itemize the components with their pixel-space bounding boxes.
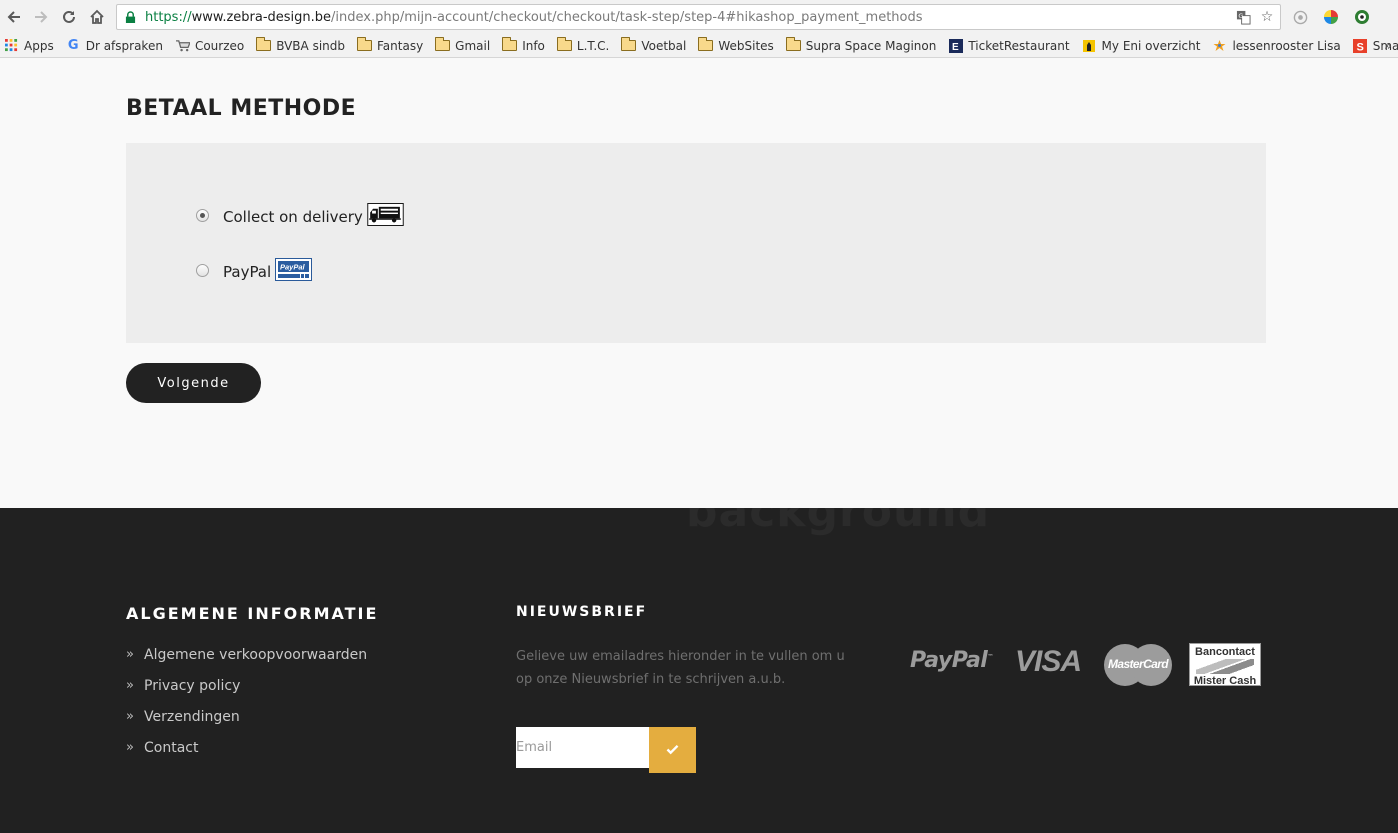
footer-link-terms[interactable]: » Algemene verkoopvoorwaarden xyxy=(126,639,367,670)
bookmark-folder-fantasy[interactable]: Fantasy xyxy=(357,37,423,53)
mastercard-logo: MasterCard xyxy=(1104,644,1172,686)
football-extension-icon[interactable] xyxy=(1352,7,1372,27)
google-g-icon: G xyxy=(67,38,79,53)
footer-link-contact[interactable]: » Contact xyxy=(126,732,367,763)
paypal-radio[interactable] xyxy=(196,263,209,277)
background-watermark-text: background xyxy=(686,508,991,537)
folder-icon xyxy=(502,37,518,53)
paypal-icon: PayPal xyxy=(275,258,313,286)
bookmark-courzeo[interactable]: Courzeo xyxy=(175,39,244,53)
footer-link-shipping[interactable]: » Verzendingen xyxy=(126,701,367,732)
bookmark-ticketrestaurant[interactable]: E TicketRestaurant xyxy=(948,38,1070,53)
payment-method-collect-on-delivery[interactable]: Collect on delivery xyxy=(196,203,404,231)
bookmarks-bar: Apps G Dr afspraken Courzeo BVBA sindb F… xyxy=(0,34,1398,58)
color-wheel-extension-icon[interactable] xyxy=(1321,7,1341,27)
apps-grid-icon xyxy=(4,39,19,53)
folder-icon xyxy=(357,37,372,53)
folder-icon xyxy=(435,37,451,53)
bookmark-apps[interactable]: Apps xyxy=(4,39,54,53)
url-host: www.zebra-design.be xyxy=(191,9,332,25)
collect-on-delivery-label: Collect on delivery xyxy=(223,208,363,226)
folder-icon xyxy=(556,37,572,53)
next-button[interactable]: Volgende xyxy=(126,363,261,403)
ticket-restaurant-icon: E xyxy=(948,38,963,53)
bookmark-folder-supra-space-maginon[interactable]: Supra Space Maginon xyxy=(785,37,936,53)
back-arrow-icon[interactable] xyxy=(0,3,28,31)
double-chevron-right-icon: » xyxy=(126,678,134,693)
bookmarks-overflow-chevron-icon[interactable]: » xyxy=(1384,39,1392,54)
bookmark-lessenrooster-lisa[interactable]: lessenrooster Lisa xyxy=(1212,39,1341,53)
url-protocol: https:// xyxy=(145,9,192,25)
paypal-label: PayPal xyxy=(223,263,272,281)
page-title: BETAAL METHODE xyxy=(126,96,357,121)
home-icon[interactable] xyxy=(83,3,111,31)
cart-icon xyxy=(175,39,190,53)
folder-icon xyxy=(698,37,714,53)
bookmark-star-icon[interactable]: ☆ xyxy=(1258,8,1276,26)
checkmark-icon xyxy=(666,743,679,758)
collect-on-delivery-radio[interactable] xyxy=(196,208,209,222)
payment-methods-panel: Collect on delivery PayPal PayPal xyxy=(126,143,1266,343)
folder-icon xyxy=(785,37,801,53)
bookmark-my-eni-overzicht[interactable]: My Eni overzicht xyxy=(1082,39,1200,53)
bookmark-dr-afspraken[interactable]: G Dr afspraken xyxy=(66,38,163,53)
newsletter-email-input[interactable] xyxy=(516,727,649,768)
folder-icon xyxy=(256,37,272,53)
star-figure-icon xyxy=(1212,39,1227,53)
svg-text:PayPal: PayPal xyxy=(280,263,306,272)
bookmark-folder-bvba-sindb[interactable]: BVBA sindb xyxy=(256,37,345,53)
reload-icon[interactable] xyxy=(55,3,83,31)
general-info-heading: ALGEMENE INFORMATIE xyxy=(126,604,379,623)
double-chevron-right-icon: » xyxy=(126,647,134,662)
smartschool-icon: S xyxy=(1353,38,1368,53)
forward-arrow-icon[interactable] xyxy=(27,3,55,31)
payment-method-paypal[interactable]: PayPal PayPal xyxy=(196,258,313,286)
footer-link-privacy[interactable]: » Privacy policy xyxy=(126,670,367,701)
bookmark-folder-websites[interactable]: WebSites xyxy=(698,37,774,53)
newsletter-description: Gelieve uw emailadres hieronder in te vu… xyxy=(516,649,845,687)
folder-icon xyxy=(621,37,637,53)
newsletter-heading: NIEUWSBRIEF xyxy=(516,604,648,620)
site-footer: background ALGEMENE INFORMATIE » Algemene… xyxy=(0,508,1398,833)
double-chevron-right-icon: » xyxy=(126,740,134,755)
extension-gray-icon[interactable] xyxy=(1290,7,1310,27)
bookmark-folder-gmail[interactable]: Gmail xyxy=(435,37,490,53)
double-chevron-right-icon: » xyxy=(126,709,134,724)
visa-logo: VISA xyxy=(1015,645,1082,678)
paypal-logo: PayPal™ xyxy=(910,648,993,673)
svg-text:S: S xyxy=(1357,41,1364,53)
url-path: /index.php/mijn-account/checkout/checkou… xyxy=(331,9,923,25)
delivery-truck-icon xyxy=(367,203,404,231)
svg-text:E: E xyxy=(952,42,959,53)
bancontact-mistercash-logo: Bancontact Mister Cash xyxy=(1189,643,1261,687)
general-info-links: » Algemene verkoopvoorwaarden » Privacy po… xyxy=(126,639,367,763)
bookmark-folder-voetbal[interactable]: Voetbal xyxy=(621,37,686,53)
svg-text:G: G xyxy=(1238,11,1243,19)
bookmark-folder-info[interactable]: Info xyxy=(502,37,545,53)
eni-icon xyxy=(1082,39,1097,53)
address-bar[interactable]: https://www.zebra-design.be/index.php/mi… xyxy=(116,4,1281,30)
newsletter-submit-button[interactable] xyxy=(649,727,696,773)
secure-lock-icon xyxy=(123,10,137,24)
bookmark-folder-ltc[interactable]: L.T.C. xyxy=(556,37,609,53)
translate-icon[interactable]: G xyxy=(1234,8,1252,26)
browser-toolbar: https://www.zebra-design.be/index.php/mi… xyxy=(0,0,1398,34)
